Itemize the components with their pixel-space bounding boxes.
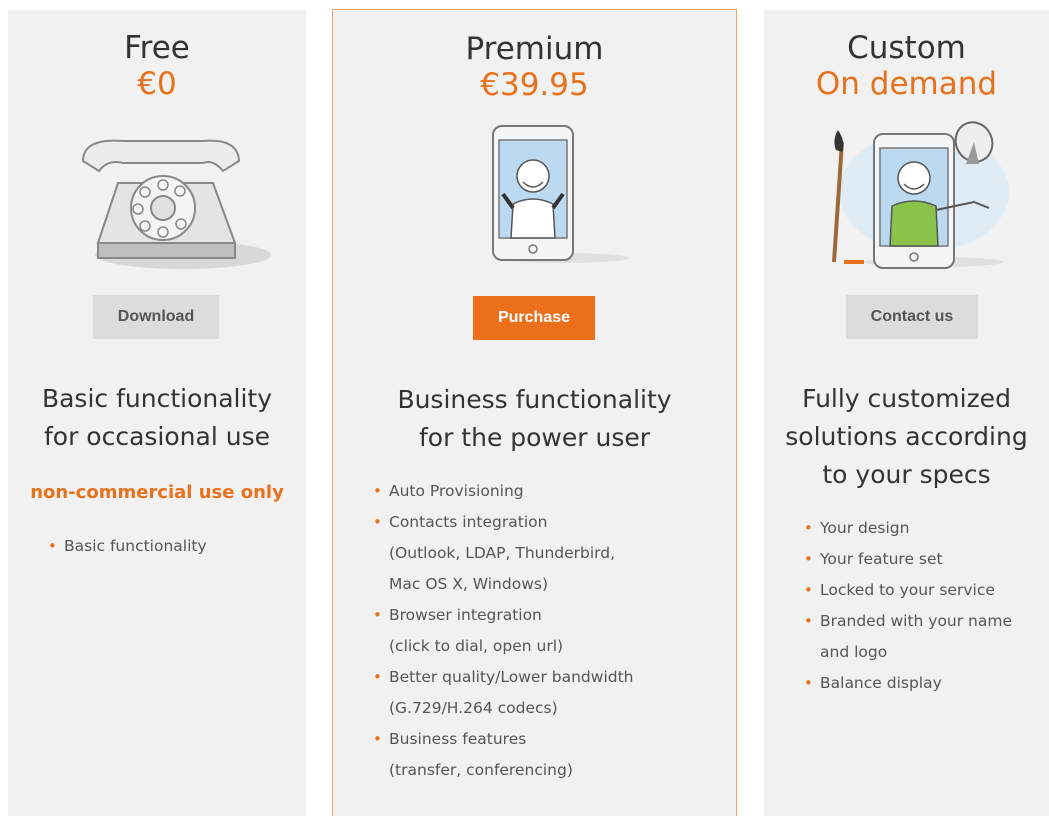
- bullet: •: [48, 537, 57, 555]
- feature-text: Branded with your name: [820, 612, 1013, 630]
- feature-text: Contacts integration: [389, 513, 548, 531]
- tagline-line: solutions according: [785, 422, 1028, 451]
- plan-name: Premium: [465, 31, 604, 67]
- feature-item: • Better quality/Lower bandwidth (G.729/H.…: [373, 662, 634, 724]
- tagline-line: Business functionality: [397, 385, 672, 414]
- feature-item: • Business features (transfer, conferencin…: [373, 724, 634, 786]
- feature-text: Your feature set: [820, 550, 943, 568]
- feature-text: Auto Provisioning: [389, 482, 524, 500]
- feature-text: Your design: [820, 519, 910, 537]
- purchase-button[interactable]: Purchase: [473, 296, 595, 340]
- plan-tagline: Fully customized solutions according to …: [764, 380, 1049, 494]
- bullet: •: [373, 606, 382, 624]
- download-button[interactable]: Download: [93, 295, 219, 339]
- feature-list: • Basic functionality: [48, 531, 207, 562]
- feature-item: • Auto Provisioning: [373, 476, 634, 507]
- feature-detail: Mac OS X, Windows): [389, 575, 548, 593]
- tagline-line: for occasional use: [43, 422, 270, 451]
- feature-text: Browser integration: [389, 606, 542, 624]
- plan-name: Free: [124, 30, 190, 66]
- contact-us-button[interactable]: Contact us: [846, 295, 978, 339]
- tagline-line: Fully customized: [802, 384, 1011, 413]
- plan-name: Custom: [847, 30, 966, 66]
- bullet: •: [804, 550, 813, 568]
- feature-list: • Auto Provisioning • Contacts integration…: [373, 476, 634, 786]
- bullet: •: [804, 674, 813, 692]
- plan-tagline: Business functionality for the power use…: [333, 381, 736, 457]
- bullet: •: [373, 668, 382, 686]
- feature-item: • Balance display: [804, 668, 1012, 699]
- feature-detail: and logo: [820, 643, 888, 661]
- feature-item: • Locked to your service: [804, 575, 1012, 606]
- feature-detail: (Outlook, LDAP, Thunderbird,: [389, 544, 616, 562]
- rotary-telephone-icon: [81, 139, 271, 269]
- feature-item: • Basic functionality: [48, 531, 207, 562]
- feature-detail: (transfer, conferencing): [389, 761, 573, 779]
- feature-item: • Branded with your name and logo: [804, 606, 1012, 668]
- feature-item: • Contacts integration (Outlook, LDAP, Thu…: [373, 507, 634, 600]
- feature-text: Better quality/Lower bandwidth: [389, 668, 634, 686]
- plan-tagline: Basic functionality for occasional use: [8, 380, 306, 456]
- non-commercial-note: non-commercial use only: [30, 482, 284, 503]
- bullet: •: [373, 513, 382, 531]
- feature-detail: (click to dial, open url): [389, 637, 564, 655]
- plan-price: €39.95: [480, 67, 589, 103]
- plan-card-free: Free €0 Download Basic functionality for…: [8, 10, 306, 816]
- bullet: •: [804, 612, 813, 630]
- feature-text: Business features: [389, 730, 527, 748]
- bullet: •: [373, 482, 382, 500]
- feature-text: Balance display: [820, 674, 942, 692]
- feature-detail: (G.729/H.264 codecs): [389, 699, 558, 717]
- feature-text: Basic functionality: [64, 537, 207, 555]
- bullet: •: [373, 730, 382, 748]
- feature-list: • Your design • Your feature set • Locked t…: [804, 513, 1012, 699]
- plan-card-premium: Premium €39.95 Purchase Business functio…: [332, 9, 737, 816]
- feature-item: • Your feature set: [804, 544, 1012, 575]
- bullet: •: [804, 519, 813, 537]
- tagline-line: for the power user: [418, 423, 651, 452]
- bullet: •: [804, 581, 813, 599]
- plan-price: €0: [137, 66, 177, 102]
- plan-card-custom: Custom On demand Contact us Fully custom…: [764, 10, 1049, 816]
- tagline-line: Basic functionality: [41, 384, 273, 413]
- tagline-line: to your specs: [822, 460, 991, 489]
- customized-phone-icon: [832, 121, 1009, 269]
- smartphone-character-icon: [492, 125, 629, 263]
- feature-item: • Your design: [804, 513, 1012, 544]
- feature-item: • Browser integration (click to dial, open…: [373, 600, 634, 662]
- feature-text: Locked to your service: [820, 581, 995, 599]
- plan-price: On demand: [815, 66, 998, 102]
